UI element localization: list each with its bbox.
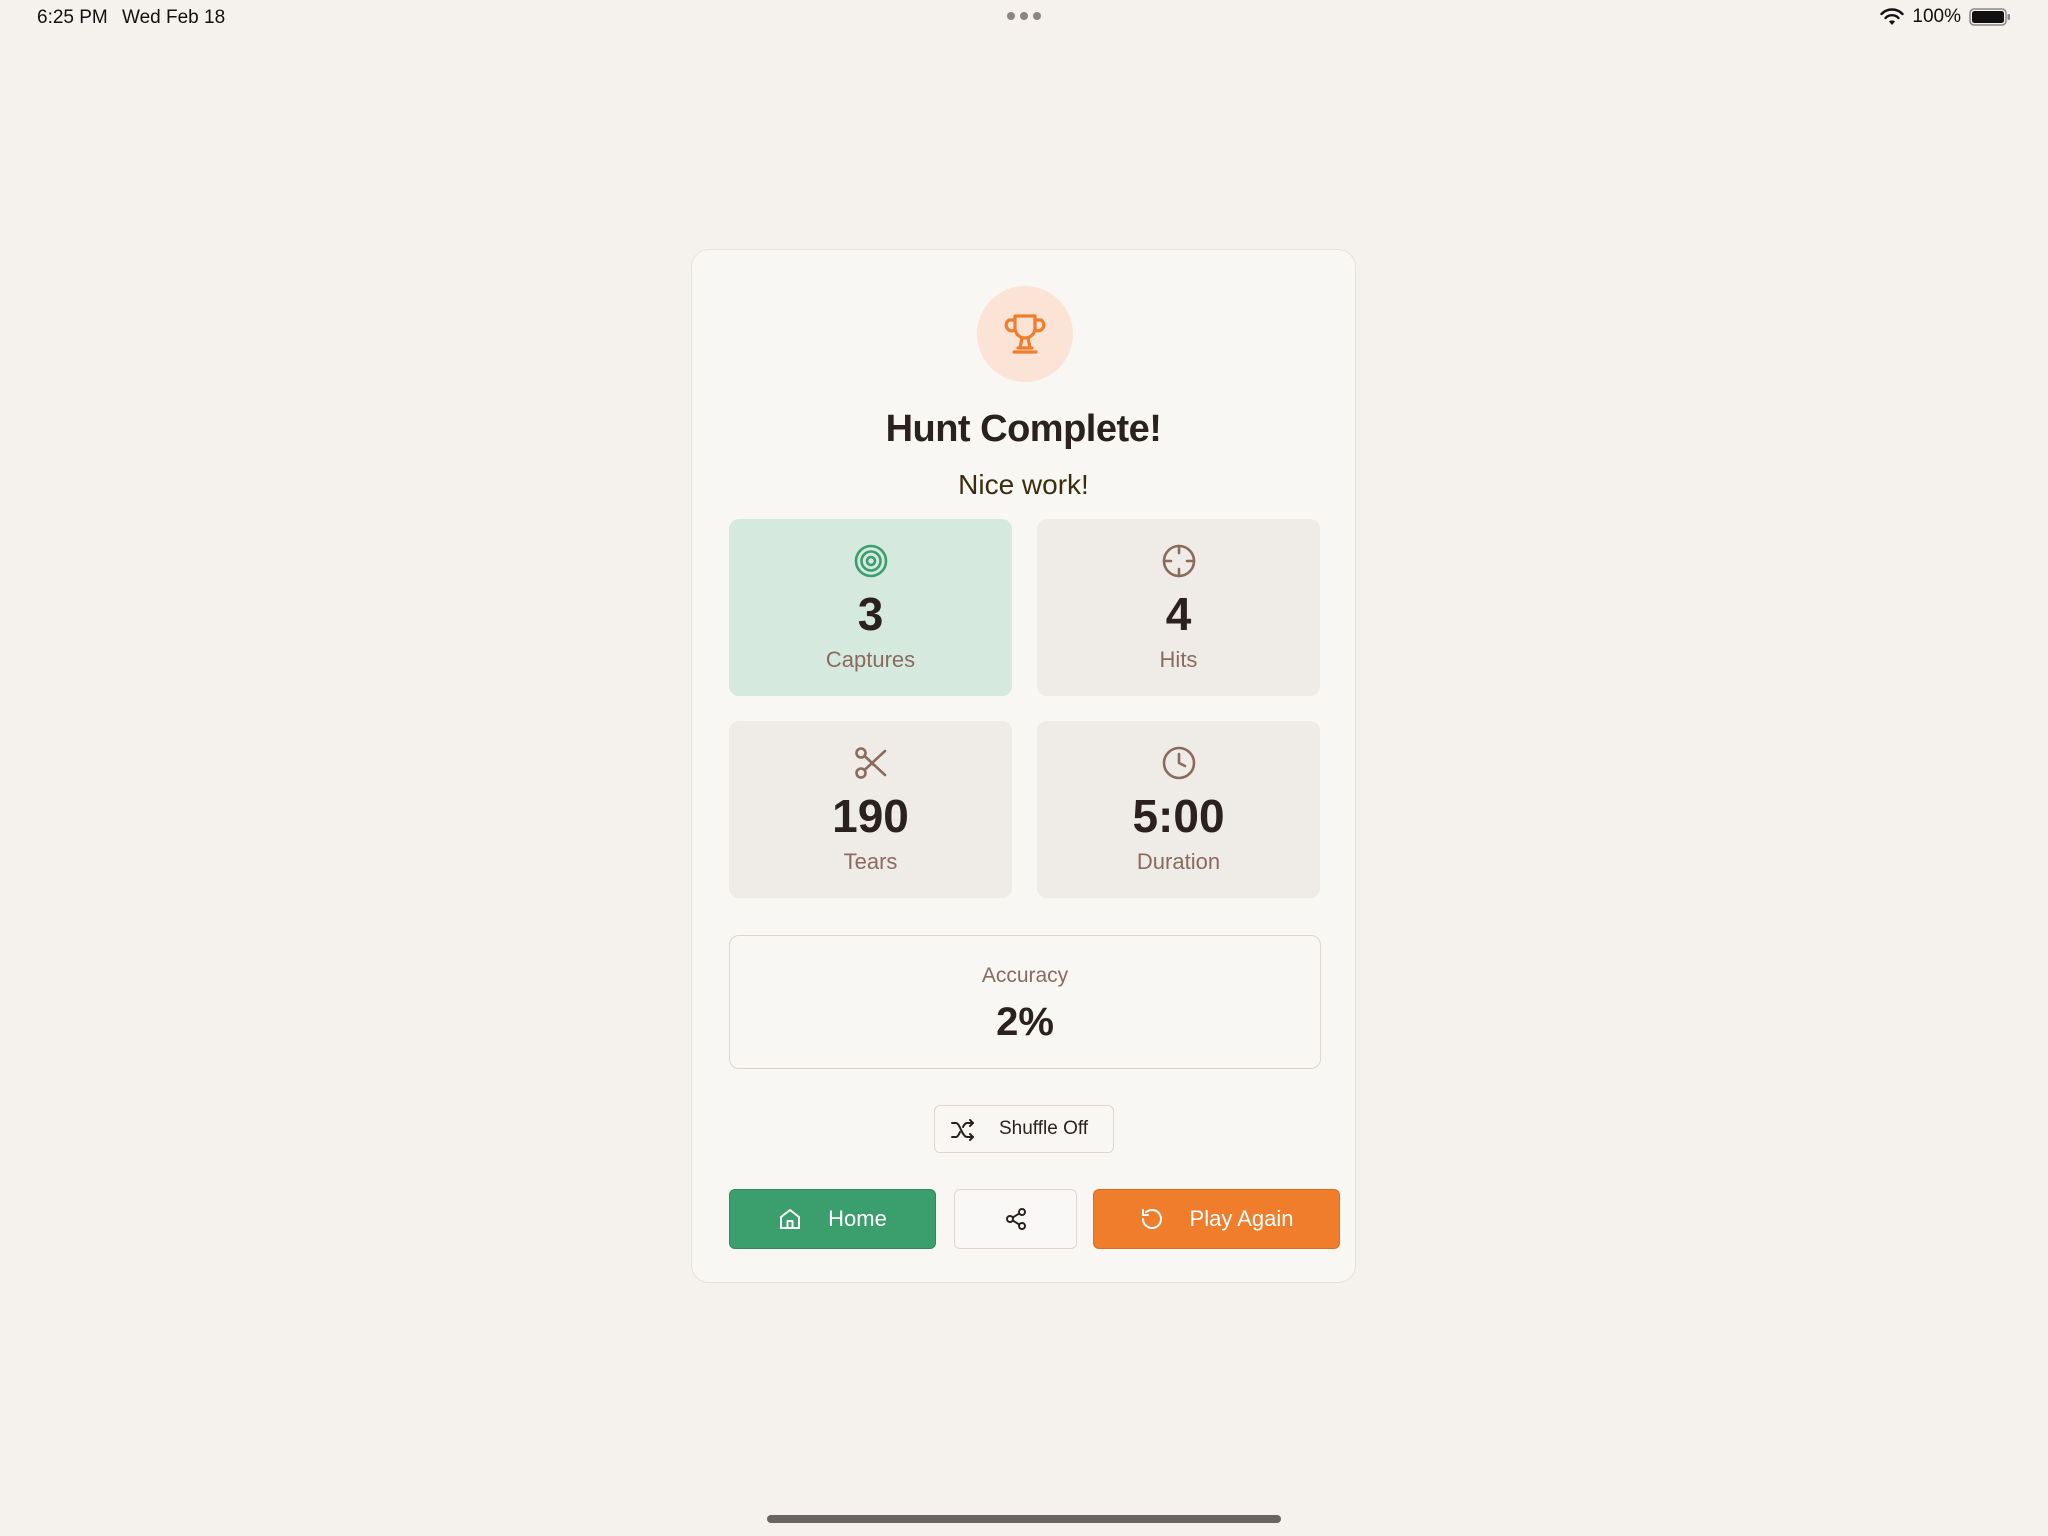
stat-captures: 3 Captures: [729, 519, 1012, 696]
stat-value: 4: [1165, 588, 1192, 640]
home-icon: [780, 1209, 801, 1229]
status-time: 6:25 PM: [37, 7, 108, 28]
trophy-badge: [977, 286, 1073, 382]
accuracy-value: 2%: [996, 1000, 1054, 1044]
stat-value: 3: [857, 588, 884, 640]
shuffle-label: Shuffle Off: [999, 1118, 1089, 1139]
share-button[interactable]: [954, 1189, 1077, 1249]
restart-icon: [1141, 1209, 1162, 1229]
home-indicator[interactable]: [767, 1515, 1281, 1523]
stat-tears: 190 Tears: [729, 721, 1012, 898]
wifi-icon: [1880, 8, 1905, 25]
status-bar: 6:25 PM Wed Feb 18 100%: [0, 0, 2048, 36]
result-subtitle: Nice work!: [958, 469, 1089, 500]
stat-label: Duration: [1136, 849, 1221, 874]
target-icon: [854, 544, 888, 578]
stat-value: 5:00: [1132, 790, 1225, 842]
shuffle-icon: [951, 1119, 974, 1141]
home-button[interactable]: Home: [729, 1189, 936, 1249]
share-icon: [1005, 1208, 1026, 1230]
multitasking-dots-icon[interactable]: [1007, 12, 1041, 20]
play-again-button[interactable]: Play Again: [1093, 1189, 1340, 1249]
status-right: 100%: [1880, 6, 2011, 28]
accuracy-panel: Accuracy 2%: [729, 935, 1321, 1069]
crosshair-icon: [1162, 544, 1196, 578]
stat-label: Hits: [1159, 647, 1198, 672]
screen: 6:25 PM Wed Feb 18 100% Hunt Complete! N…: [0, 0, 2048, 1536]
battery-icon: [1969, 8, 2010, 26]
results-card: Hunt Complete! Nice work! 3 Captures 4 H…: [691, 249, 1356, 1283]
trophy-icon: [1004, 314, 1046, 354]
stat-value: 190: [832, 790, 909, 842]
play-again-label: Play Again: [1189, 1206, 1294, 1231]
home-label: Home: [828, 1206, 887, 1231]
stat-hits: 4 Hits: [1037, 519, 1320, 696]
accuracy-label: Accuracy: [981, 964, 1069, 987]
stat-label: Tears: [843, 849, 898, 874]
status-date: Wed Feb 18: [122, 7, 226, 28]
stat-label: Captures: [825, 647, 916, 672]
scissors-icon: [855, 747, 887, 779]
shuffle-toggle-button[interactable]: Shuffle Off: [934, 1105, 1114, 1153]
page-title: Hunt Complete!: [885, 408, 1162, 450]
stat-duration: 5:00 Duration: [1037, 721, 1320, 898]
battery-percent: 100%: [1912, 6, 1961, 27]
clock-icon: [1162, 746, 1196, 780]
